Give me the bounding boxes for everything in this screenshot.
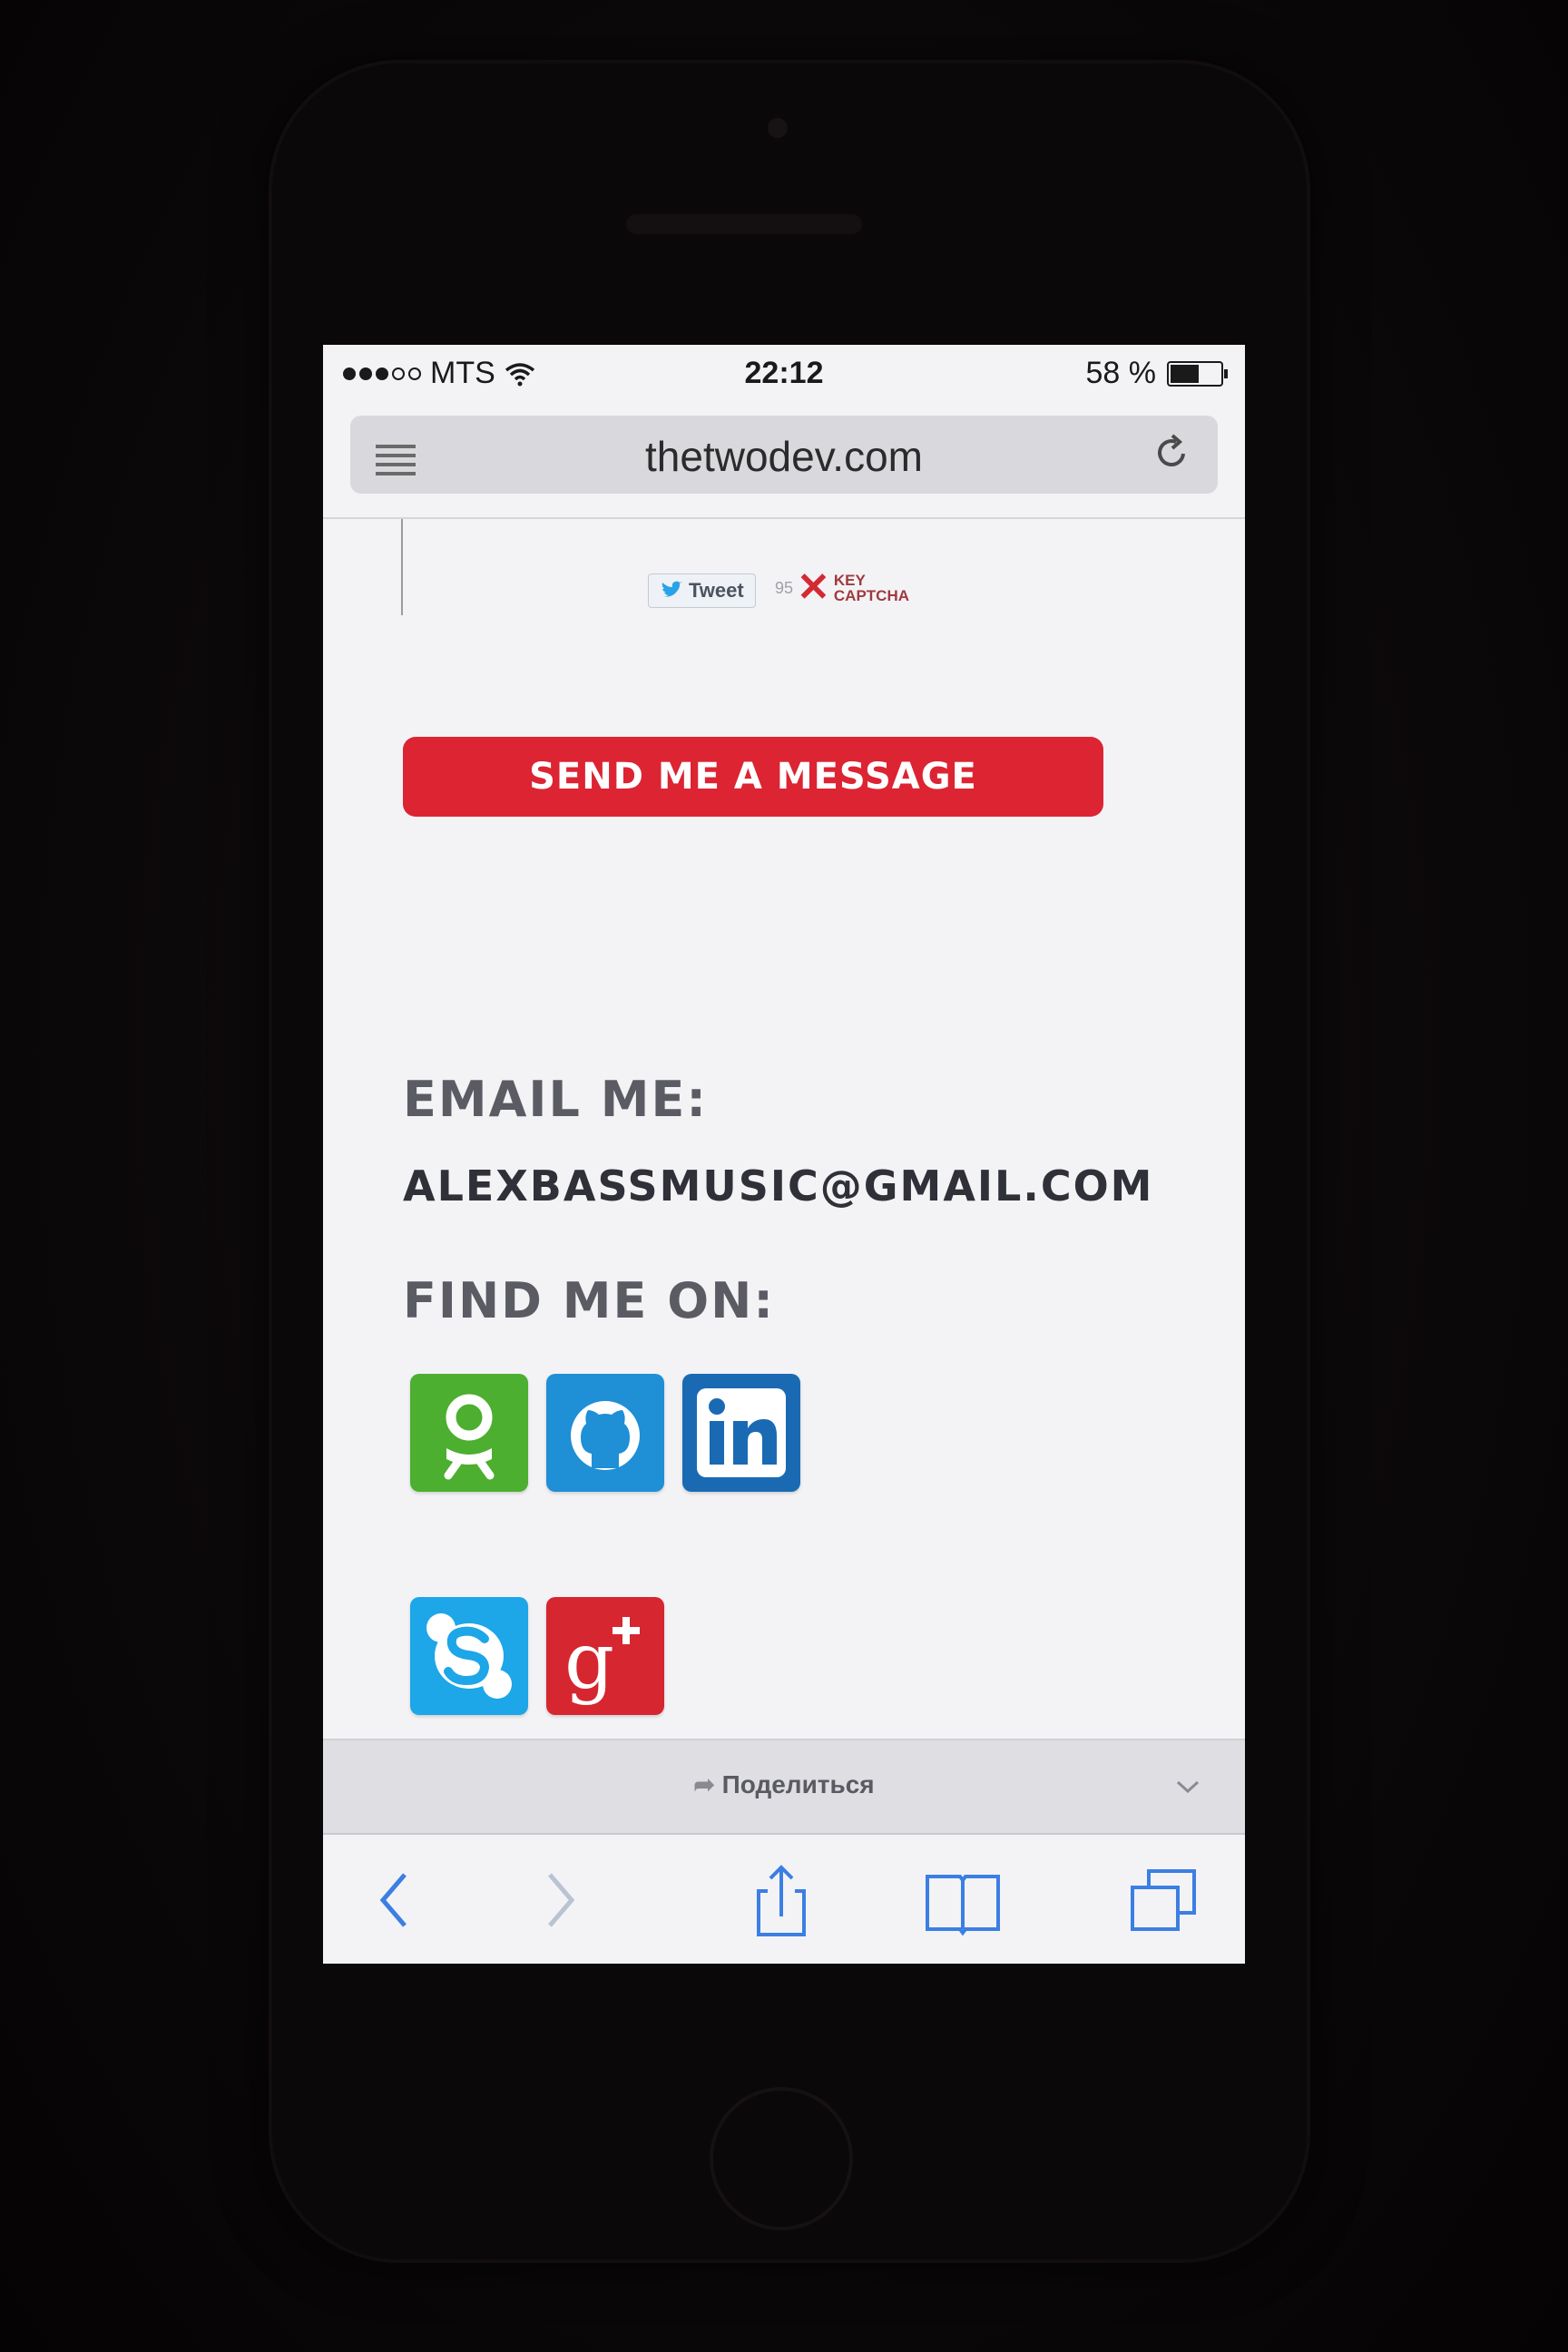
email-address-link[interactable]: ALEXBASSMUSIC@GMAIL.COM bbox=[403, 1161, 1153, 1210]
tabs-button[interactable] bbox=[1122, 1862, 1203, 1938]
address-bar[interactable]: thetwodev.com bbox=[350, 416, 1218, 494]
share-label: Поделиться bbox=[721, 1770, 875, 1798]
battery-icon bbox=[1167, 360, 1228, 387]
google-plus-icon[interactable]: g bbox=[546, 1597, 664, 1715]
chevron-down-icon[interactable] bbox=[1174, 1773, 1201, 1800]
keycaptcha-badge: 95 ✕ KEY CAPTCHA bbox=[775, 565, 910, 610]
tweet-label: Tweet bbox=[689, 579, 744, 602]
send-message-button[interactable]: SEND ME A MESSAGE bbox=[403, 737, 1103, 817]
share-arrow-icon: ➦ bbox=[693, 1770, 722, 1798]
url-text[interactable]: thetwodev.com bbox=[350, 432, 1218, 481]
share-bar[interactable]: ➦ Поделиться bbox=[323, 1739, 1245, 1835]
phone-screen: MTS 22:12 58 % thetwodev.com Tweet 95 ✕ … bbox=[323, 345, 1245, 1964]
status-bar: MTS 22:12 58 % bbox=[323, 345, 1245, 403]
reload-icon[interactable] bbox=[1149, 430, 1194, 475]
find-me-heading: FIND ME ON: bbox=[403, 1272, 775, 1329]
forward-button[interactable] bbox=[514, 1862, 595, 1938]
captcha-brand-line2: CAPTCHA bbox=[833, 587, 910, 604]
back-arrow-icon bbox=[379, 1873, 407, 1927]
bookmarks-book-icon bbox=[926, 1875, 1000, 1936]
keycaptcha-logo-icon: ✕ bbox=[797, 565, 830, 610]
back-button[interactable] bbox=[359, 1862, 441, 1938]
skype-icon[interactable] bbox=[410, 1597, 528, 1715]
odnoklassniki-icon[interactable] bbox=[410, 1374, 528, 1492]
tabs-icon bbox=[1131, 1869, 1196, 1931]
share-button[interactable] bbox=[740, 1862, 822, 1938]
captcha-count: 95 bbox=[775, 578, 794, 597]
share-icon bbox=[757, 1865, 806, 1936]
github-icon[interactable] bbox=[546, 1374, 664, 1492]
home-button[interactable] bbox=[710, 2087, 853, 2230]
browser-toolbar bbox=[323, 1833, 1245, 1964]
front-camera bbox=[768, 118, 788, 138]
twitter-bird-icon bbox=[662, 581, 682, 597]
bookmarks-button[interactable] bbox=[922, 1862, 1004, 1938]
email-heading: EMAIL ME: bbox=[403, 1071, 708, 1128]
tweet-button[interactable]: Tweet bbox=[648, 573, 756, 608]
svg-text:g: g bbox=[564, 1616, 614, 1707]
embedded-widget-strip: Tweet 95 ✕ KEY CAPTCHA bbox=[401, 519, 947, 615]
battery-percent: 58 % bbox=[1085, 356, 1157, 390]
linkedin-icon[interactable] bbox=[682, 1374, 800, 1492]
forward-arrow-icon bbox=[548, 1873, 575, 1927]
earpiece-speaker bbox=[626, 214, 862, 234]
